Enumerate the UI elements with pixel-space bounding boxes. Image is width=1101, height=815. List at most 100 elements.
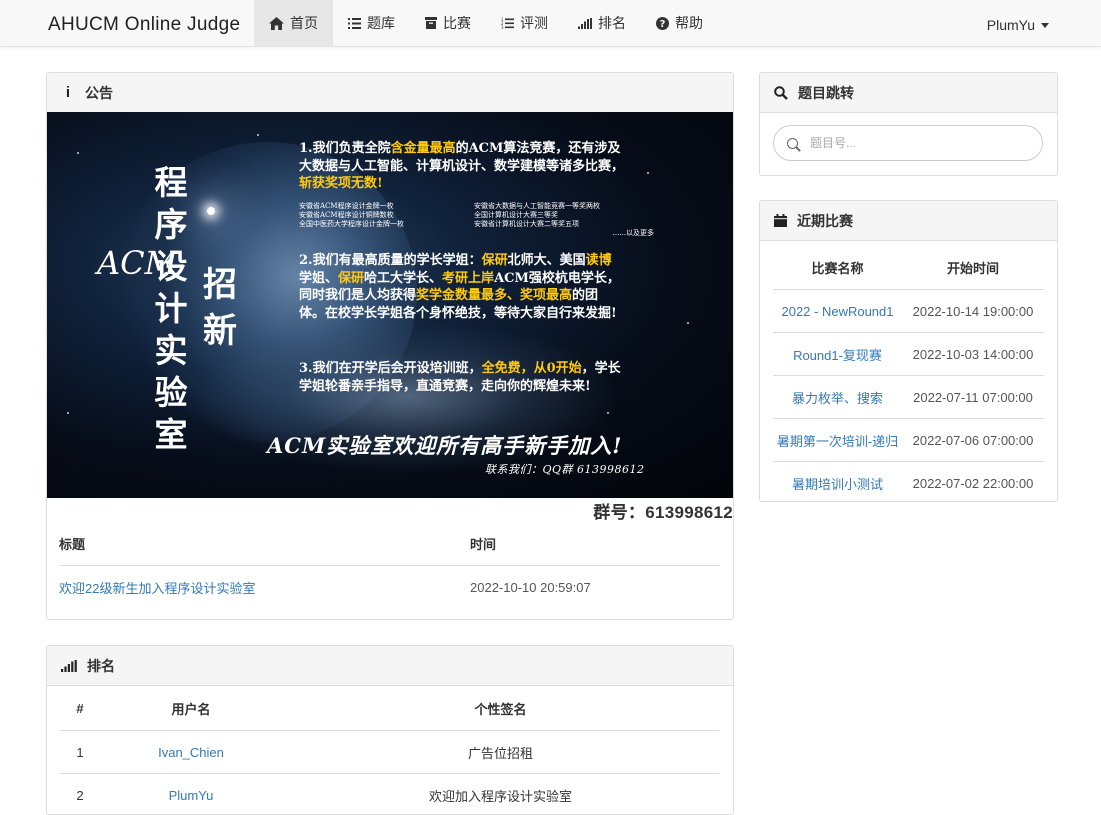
banner-text-run: 保研 bbox=[482, 253, 508, 268]
user-link[interactable]: PlumYu bbox=[169, 788, 214, 803]
user-signature: 广告位招租 bbox=[282, 731, 719, 774]
username: PlumYu bbox=[987, 17, 1035, 33]
nav-item-help[interactable]: ? 帮助 bbox=[641, 0, 718, 46]
contest-start-time: 2022-07-06 07:00:00 bbox=[902, 419, 1044, 462]
nav-item-contests[interactable]: 比赛 bbox=[410, 0, 486, 46]
banner-star bbox=[607, 412, 609, 414]
banner-text-run: 斩获奖项无数! bbox=[299, 176, 383, 191]
contest-link[interactable]: Round1-复现赛 bbox=[793, 348, 882, 363]
contest-link[interactable]: 暴力枚举、搜索 bbox=[792, 391, 883, 406]
announcement-link[interactable]: 欢迎22级新生加入程序设计实验室 bbox=[59, 581, 255, 596]
nav-item-help-label: 帮助 bbox=[675, 0, 703, 47]
announcement-table-header: 标题 时间 bbox=[59, 522, 720, 566]
ranking-panel: 排名 # 用户名 个性签名 1 Ivan_Chien 广告位招租 2 PlumY… bbox=[46, 645, 734, 815]
banner-text-run: 哈工大学长、 bbox=[364, 271, 442, 286]
ranking-table: # 用户名 个性签名 1 Ivan_Chien 广告位招租 2 PlumYu 欢… bbox=[60, 686, 719, 815]
contest-start-time: 2022-10-14 19:00:00 bbox=[902, 290, 1044, 333]
list-ol-icon: 123 bbox=[501, 17, 514, 29]
contest-link[interactable]: 2022 - NewRound1 bbox=[781, 304, 893, 319]
column-header-signature: 个性签名 bbox=[282, 686, 719, 731]
table-row: 暴力枚举、搜索 2022-07-11 07:00:00 bbox=[773, 376, 1044, 419]
signal-icon bbox=[578, 18, 592, 29]
list-icon bbox=[348, 18, 361, 29]
nav-item-status-label: 评测 bbox=[520, 0, 548, 47]
ranking-table-header: # 用户名 个性签名 bbox=[60, 686, 719, 731]
qq-group-number: 群号：613998612 bbox=[593, 498, 733, 523]
banner-star bbox=[257, 134, 259, 136]
nav-item-ranking-label: 排名 bbox=[598, 0, 626, 47]
problem-search-box bbox=[773, 125, 1043, 161]
ranking-title: 排名 bbox=[87, 646, 115, 686]
banner-text-run: 全免费，从0开始 bbox=[482, 361, 582, 376]
column-header-rank: # bbox=[60, 686, 100, 731]
table-row: Round1-复现赛 2022-10-03 14:00:00 bbox=[773, 333, 1044, 376]
nav-item-problems[interactable]: 题库 bbox=[333, 0, 410, 46]
banner-acm-vertical: ACM bbox=[97, 237, 137, 289]
user-signature: 欢迎加入程序设计实验室 bbox=[282, 774, 719, 815]
info-icon: i bbox=[61, 73, 75, 113]
question-circle-icon: ? bbox=[656, 17, 669, 30]
banner-text-run: 2.我们有最高质量的学长学姐： bbox=[299, 253, 482, 268]
svg-text:3: 3 bbox=[501, 25, 504, 29]
banner-welcome: ACM实验室欢迎所有高手新手加入! bbox=[267, 430, 622, 460]
banner-recruit-vertical: 招新 bbox=[199, 262, 241, 354]
rank-number: 1 bbox=[60, 731, 100, 774]
nav-item-contests-label: 比赛 bbox=[443, 0, 471, 47]
banner-award: 全国中医药大学程序设计金牌一枚 bbox=[299, 220, 474, 229]
banner-award: 安徽省ACM程序设计金牌一枚 bbox=[299, 202, 474, 211]
banner-awards-list: 安徽省ACM程序设计金牌一枚 安徽省大数据与人工智能竞赛一等奖两枚 安徽省ACM… bbox=[299, 202, 679, 238]
problem-jump-heading: 题目跳转 bbox=[760, 73, 1057, 113]
problem-jump-title: 题目跳转 bbox=[798, 73, 854, 113]
banner-light-flare bbox=[207, 207, 215, 215]
top-navbar: AHUCM Online Judge 首页 题库 比赛 123 评测 排名 ? … bbox=[0, 0, 1101, 47]
recent-contests-title: 近期比赛 bbox=[797, 201, 853, 241]
banner-text-run: 3.我们在开学后会开设培训班， bbox=[299, 361, 482, 376]
nav-item-home[interactable]: 首页 bbox=[254, 0, 333, 46]
caret-down-icon bbox=[1041, 23, 1049, 28]
rank-number: 2 bbox=[60, 774, 100, 815]
recent-contests-table: 比赛名称 开始时间 2022 - NewRound1 2022-10-14 19… bbox=[773, 245, 1044, 504]
calendar-icon bbox=[774, 214, 787, 227]
column-header-username: 用户名 bbox=[100, 686, 282, 731]
announcement-time: 2022-10-10 20:59:07 bbox=[470, 566, 720, 609]
main-nav: 首页 题库 比赛 123 评测 排名 ? 帮助 bbox=[254, 0, 718, 46]
announcement-table: 标题 时间 欢迎22级新生加入程序设计实验室 2022-10-10 20:59:… bbox=[59, 522, 720, 608]
problem-jump-panel: 题目跳转 bbox=[759, 72, 1058, 176]
brand-link[interactable]: AHUCM Online Judge bbox=[48, 0, 240, 46]
nav-item-problems-label: 题库 bbox=[367, 0, 395, 47]
signal-icon bbox=[61, 660, 77, 672]
announcement-heading: i 公告 bbox=[47, 73, 733, 113]
archive-icon bbox=[425, 17, 437, 29]
table-row: 1 Ivan_Chien 广告位招租 bbox=[60, 731, 719, 774]
user-dropdown[interactable]: PlumYu bbox=[987, 0, 1049, 46]
banner-text-run: 1.我们负责全院 bbox=[299, 141, 391, 156]
banner-lab-vertical: 程序设计实验室 bbox=[151, 162, 191, 456]
banner-text-run: 考研上岸 bbox=[442, 271, 494, 286]
banner-contact: 联系我们：QQ群 613998612 bbox=[485, 461, 645, 477]
banner-award: 安徽省计算机设计大赛二等奖五项 bbox=[474, 220, 674, 229]
banner-text-run: 奖学金数量最多、奖项最高 bbox=[416, 288, 572, 303]
table-row: 2 PlumYu 欢迎加入程序设计实验室 bbox=[60, 774, 719, 815]
problem-id-input[interactable] bbox=[808, 135, 1032, 151]
search-icon bbox=[774, 86, 788, 100]
banner-text-run: 北师大、美国 bbox=[508, 253, 586, 268]
contest-link[interactable]: 暑期第一次培训-递归 bbox=[777, 434, 898, 449]
user-link[interactable]: Ivan_Chien bbox=[158, 745, 224, 760]
contest-start-time: 2022-07-02 22:00:00 bbox=[902, 462, 1044, 505]
banner-paragraph-1: 1.我们负责全院含金量最高的ACM算法竞赛，还有涉及大数据与人工智能、计算机设计… bbox=[299, 140, 624, 193]
column-header-contest-name: 比赛名称 bbox=[773, 245, 902, 290]
nav-item-ranking[interactable]: 排名 bbox=[563, 0, 641, 46]
search-icon bbox=[787, 138, 798, 149]
announcement-title: 公告 bbox=[85, 73, 113, 113]
table-row: 欢迎22级新生加入程序设计实验室 2022-10-10 20:59:07 bbox=[59, 566, 720, 609]
nav-item-status[interactable]: 123 评测 bbox=[486, 0, 563, 46]
banner-star bbox=[647, 172, 649, 174]
banner-star bbox=[77, 152, 79, 154]
banner-text-run: 含金量最高 bbox=[391, 141, 456, 156]
contests-table-header: 比赛名称 开始时间 bbox=[773, 245, 1044, 290]
column-header-start-time: 开始时间 bbox=[902, 245, 1044, 290]
contest-link[interactable]: 暑期培训小测试 bbox=[792, 477, 883, 492]
banner-award: ......以及更多 bbox=[474, 229, 674, 238]
contest-start-time: 2022-07-11 07:00:00 bbox=[902, 376, 1044, 419]
ranking-heading: 排名 bbox=[47, 646, 733, 686]
